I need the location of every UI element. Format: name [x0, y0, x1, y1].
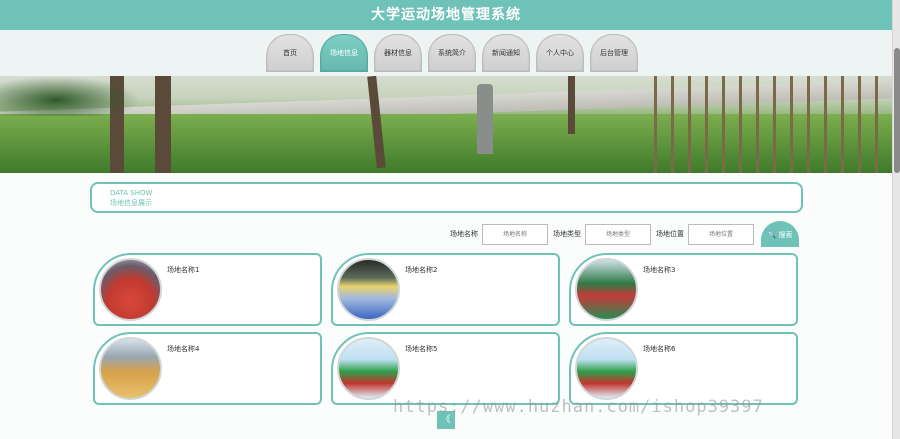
search-type-input[interactable]: [585, 223, 651, 245]
venue-card[interactable]: 场地名称2: [331, 253, 560, 326]
search-icon: 🔍: [767, 231, 777, 239]
nav-item-venues[interactable]: 场地信息: [320, 34, 368, 72]
search-type-label: 场地类型: [553, 230, 581, 238]
venue-thumbnail[interactable]: [99, 258, 162, 321]
venue-name[interactable]: 场地名称6: [643, 344, 675, 354]
venue-name[interactable]: 场地名称3: [643, 265, 675, 275]
venue-thumbnail[interactable]: [337, 337, 400, 400]
search-bar: 场地名称 场地类型 场地位置 🔍 搜索: [450, 221, 799, 247]
nav-item-news[interactable]: 新闻通知: [482, 34, 530, 72]
nav-item-home[interactable]: 首页: [266, 34, 314, 72]
search-name-input[interactable]: [482, 223, 548, 245]
page-scrollbar[interactable]: [892, 0, 900, 439]
venue-card[interactable]: 场地名称1: [93, 253, 322, 326]
banner-bamboo: [640, 76, 892, 173]
scrollbar-thumb[interactable]: [894, 48, 900, 173]
nav-item-equipment[interactable]: 器材信息: [374, 34, 422, 72]
site-title: 大学运动场地管理系统: [371, 7, 521, 23]
search-location-input[interactable]: [688, 223, 754, 245]
main-nav: 首页 场地信息 器材信息 系统简介 新闻通知 个人中心 后台管理: [0, 30, 892, 76]
banner-tree-trunk: [568, 76, 575, 134]
venue-name[interactable]: 场地名称5: [405, 344, 437, 354]
venue-card[interactable]: 场地名称3: [569, 253, 798, 326]
search-location-label: 场地位置: [656, 230, 684, 238]
search-button-label: 搜索: [778, 231, 793, 239]
section-title-zh: 场地信息展示: [110, 199, 152, 207]
venue-name[interactable]: 场地名称2: [405, 265, 437, 275]
venue-name[interactable]: 场地名称4: [167, 344, 199, 354]
banner-image: [0, 76, 892, 173]
venue-thumbnail[interactable]: [99, 337, 162, 400]
venue-thumbnail[interactable]: [575, 258, 638, 321]
search-name-label: 场地名称: [450, 230, 478, 238]
nav-item-admin[interactable]: 后台管理: [590, 34, 638, 72]
nav-item-about[interactable]: 系统简介: [428, 34, 476, 72]
section-title-en: DATA SHOW: [110, 189, 153, 197]
site-header: 大学运动场地管理系统: [0, 0, 892, 30]
venue-card[interactable]: 场地名称4: [93, 332, 322, 405]
venue-thumbnail[interactable]: [575, 337, 638, 400]
venue-thumbnail[interactable]: [337, 258, 400, 321]
nav-item-profile[interactable]: 个人中心: [536, 34, 584, 72]
banner-foliage: [0, 76, 140, 116]
banner-lamp-post: [477, 84, 493, 154]
venue-card[interactable]: 场地名称6: [569, 332, 798, 405]
section-title-box: DATA SHOW 场地信息展示: [90, 182, 803, 213]
venue-name[interactable]: 场地名称1: [167, 265, 199, 275]
venue-card[interactable]: 场地名称5: [331, 332, 560, 405]
search-button[interactable]: 🔍 搜索: [761, 221, 799, 247]
watermark-text: https://www.huzhan.com/ishop39397: [393, 397, 764, 417]
banner-tree-trunk: [155, 76, 171, 173]
